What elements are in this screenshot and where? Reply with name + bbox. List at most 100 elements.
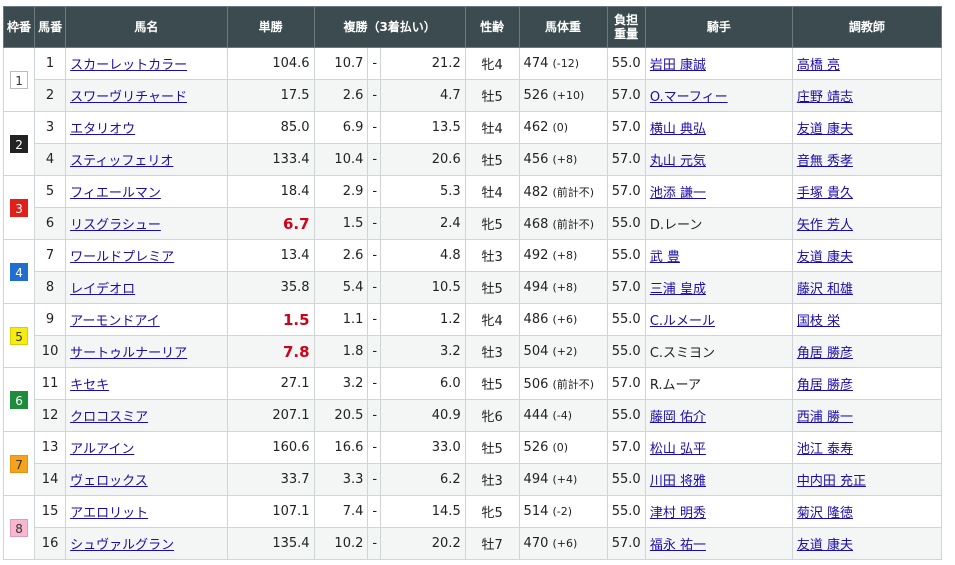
horse-weight-diff: (+4)	[552, 473, 578, 486]
horse-name-link[interactable]: ヴェロックス	[70, 474, 148, 489]
horse-name-link[interactable]: スカーレットカラー	[70, 58, 187, 73]
horse-weight: 494	[523, 472, 549, 487]
trainer-cell: 友道 康夫	[791, 239, 943, 272]
trainer-link[interactable]: 友道 康夫	[797, 122, 853, 137]
horse-name-link[interactable]: リスグラシュー	[70, 218, 161, 233]
jockey-link[interactable]: 池添 謙一	[650, 186, 706, 201]
horse-weight: 514	[523, 504, 549, 519]
trainer-link[interactable]: 角居 勝彦	[797, 378, 853, 393]
trainer-link[interactable]: 高橋 亮	[797, 58, 840, 73]
sex-age: 牡7	[464, 527, 520, 560]
waku-badge: 5	[10, 326, 29, 345]
horse-weight-cell: 468 (前計不)	[518, 207, 608, 240]
jockey-link[interactable]: C.ルメール	[650, 314, 715, 329]
jockey-link[interactable]: 川田 将雅	[650, 474, 706, 489]
trainer-link[interactable]: 矢作 芳人	[797, 218, 853, 233]
table-row: 6 11 キセキ 27.1 3.2-6.0 牡5 506 (前計不) 57.0 R.ムーア 角居 …	[2, 367, 943, 432]
horse-weight-diff: (-4)	[552, 409, 573, 422]
horse-name-link[interactable]: スティッフェリオ	[70, 154, 173, 169]
sex-age: 牝4	[464, 303, 520, 336]
jockey-cell: 藤岡 佑介	[644, 399, 793, 432]
header-burden: 負担 重量	[606, 6, 646, 48]
horse-number: 5	[34, 175, 67, 208]
horse-weight-cell: 486 (+6)	[518, 303, 608, 336]
trainer-cell: 中内田 充正	[791, 463, 943, 496]
horse-name-link[interactable]: クロコスミア	[70, 410, 148, 425]
header-row: 枠番 馬番 馬名 単勝 複勝（3着払い） 性齢 馬体重 負担 重量 騎手 調教師	[2, 6, 943, 48]
horse-name-link[interactable]: アエロリット	[70, 506, 148, 521]
jockey-cell: 三浦 皇成	[644, 271, 793, 304]
jockey-link[interactable]: 丸山 元気	[650, 154, 706, 169]
horse-name-link[interactable]: スワーヴリチャード	[70, 90, 187, 105]
horse-weight-diff: (+2)	[552, 345, 578, 358]
trainer-cell: 藤沢 和雄	[791, 271, 943, 304]
burden-weight: 57.0	[606, 431, 646, 464]
trainer-cell: 友道 康夫	[791, 527, 943, 560]
trainer-link[interactable]: 藤沢 和雄	[797, 282, 853, 297]
trainer-link[interactable]: 友道 康夫	[797, 538, 853, 553]
horse-name-link[interactable]: フィエールマン	[70, 186, 161, 201]
trainer-link[interactable]: 角居 勝彦	[797, 346, 853, 361]
jockey-cell: C.スミヨン	[644, 335, 793, 368]
place-odds-high: 21.2	[379, 47, 466, 80]
table-row: 5 9 アーモンドアイ 1.5 1.1-1.2 牝4 486 (+6) 55.0 C.ルメール国…	[2, 303, 943, 368]
jockey-link[interactable]: 横山 典弘	[650, 122, 706, 137]
trainer-link[interactable]: 手塚 貴久	[797, 186, 853, 201]
horse-name-link[interactable]: シュヴァルグラン	[70, 538, 174, 553]
horse-name-cell: スカーレットカラー	[65, 47, 228, 80]
place-odds-high: 3.2	[379, 335, 466, 368]
horse-name-cell: スワーヴリチャード	[65, 79, 228, 112]
jockey-link[interactable]: 岩田 康誠	[650, 58, 706, 73]
horse-name-link[interactable]: アーモンドアイ	[70, 314, 160, 329]
sex-age: 牝6	[464, 399, 520, 432]
win-odds: 107.1	[272, 504, 310, 519]
jockey-link[interactable]: 福永 祐一	[650, 538, 706, 553]
horse-name-link[interactable]: ワールドプレミア	[70, 250, 174, 265]
place-odds-high: 40.9	[379, 399, 466, 432]
place-odds-low: 5.4	[313, 271, 369, 304]
horse-name-link[interactable]: サートゥルナーリア	[70, 346, 187, 361]
horse-weight: 456	[523, 152, 549, 167]
jockey-cell: 津村 明秀	[644, 495, 793, 528]
horse-weight-diff: (+8)	[552, 249, 578, 262]
horse-name-link[interactable]: エタリオウ	[70, 122, 135, 137]
burden-weight: 55.0	[606, 207, 646, 240]
trainer-link[interactable]: 中内田 充正	[797, 474, 866, 489]
sex-age: 牡5	[464, 271, 520, 304]
jockey-link[interactable]: 津村 明秀	[650, 506, 706, 521]
jockey-link[interactable]: 松山 弘平	[650, 442, 706, 457]
horse-name-link[interactable]: レイデオロ	[70, 282, 135, 297]
horse-name-link[interactable]: アルアイン	[70, 442, 134, 457]
horse-weight-cell: 526 (+10)	[518, 79, 608, 112]
jockey-link[interactable]: O.マーフィー	[650, 90, 728, 105]
trainer-link[interactable]: 西浦 勝一	[797, 410, 853, 425]
win-odds-cell: 85.0	[226, 111, 315, 144]
horse-number: 1	[34, 47, 67, 80]
place-odds-separator: -	[367, 431, 381, 464]
jockey-link[interactable]: 武 豊	[650, 250, 680, 265]
trainer-link[interactable]: 音無 秀孝	[797, 154, 853, 169]
jockey-link[interactable]: 藤岡 佑介	[650, 410, 706, 425]
trainer-link[interactable]: 国枝 栄	[797, 314, 840, 329]
burden-weight: 57.0	[606, 367, 646, 400]
table-row: 12 クロコスミア 207.1 20.5-40.9 牝6 444 (-4) 55.0 藤岡 佑…	[4, 399, 943, 432]
place-odds-high: 33.0	[379, 431, 466, 464]
horse-number: 10	[34, 335, 67, 368]
trainer-link[interactable]: 池江 泰寿	[797, 442, 853, 457]
table-row: 8 15 アエロリット 107.1 7.4-14.5 牝5 514 (-2) 55.0 津村 明…	[2, 495, 943, 560]
horse-weight-diff: (+8)	[552, 281, 578, 294]
jockey-name: C.スミヨン	[649, 346, 716, 361]
trainer-link[interactable]: 友道 康夫	[797, 250, 853, 265]
horse-weight-diff: (+8)	[552, 153, 578, 166]
horse-name-link[interactable]: キセキ	[70, 378, 109, 393]
horse-name-cell: フィエールマン	[65, 175, 228, 208]
waku-badge: 1	[10, 70, 29, 89]
jockey-link[interactable]: 三浦 皇成	[650, 282, 706, 297]
trainer-link[interactable]: 菊沢 隆徳	[797, 506, 853, 521]
horse-name-cell: スティッフェリオ	[65, 143, 228, 176]
trainer-link[interactable]: 庄野 靖志	[797, 90, 853, 105]
header-burden-line1: 負担	[614, 13, 639, 27]
horse-weight-cell: 470 (+6)	[518, 527, 608, 560]
waku-cell: 5	[2, 303, 36, 368]
horse-number: 6	[34, 207, 67, 240]
